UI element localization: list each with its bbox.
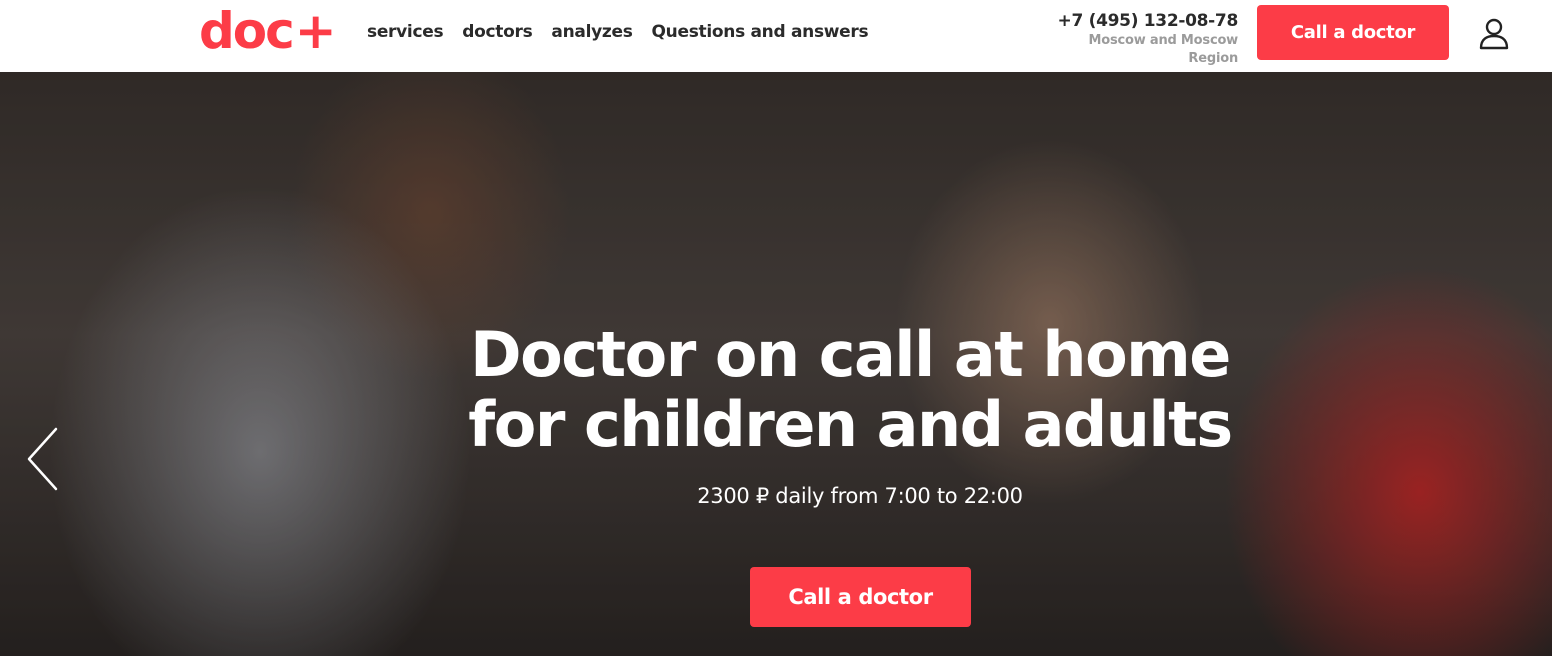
region-line-1: Moscow and Moscow <box>1088 33 1239 48</box>
phone-number[interactable]: +7 (495) 132-08-78 <box>1038 10 1239 32</box>
call-doctor-header-button[interactable]: Call a doctor <box>1257 5 1449 60</box>
region-line-2: Region <box>1188 51 1238 66</box>
hero-title: Doctor on call at home for children and … <box>420 320 1280 460</box>
nav-link-questions-answers[interactable]: Questions and answers <box>652 20 869 44</box>
chevron-left-icon[interactable] <box>24 426 64 492</box>
contact-block: +7 (495) 132-08-78 Moscow and Moscow Reg… <box>1038 10 1239 68</box>
logo-plus: + <box>294 2 337 60</box>
nav-link-doctors[interactable]: doctors <box>462 20 532 44</box>
nav-link-analyzes[interactable]: analyzes <box>551 20 632 44</box>
hero-title-line-2: for children and adults <box>468 388 1233 461</box>
logo[interactable]: doc + <box>199 2 337 60</box>
site-header: doc + services doctors analyzes Questions… <box>0 0 1552 72</box>
nav-link-services[interactable]: services <box>367 20 444 44</box>
hero-title-line-1: Doctor on call at home <box>470 318 1231 391</box>
main-nav: services doctors analyzes Questions and … <box>367 20 869 44</box>
user-icon[interactable] <box>1478 16 1510 52</box>
hero-banner: Doctor on call at home for children and … <box>0 72 1552 656</box>
logo-text: doc <box>199 2 295 60</box>
hero-price-schedule: 2300 ₽ daily from 7:00 to 22:00 <box>697 484 1023 508</box>
call-doctor-hero-button[interactable]: Call a doctor <box>750 567 971 627</box>
